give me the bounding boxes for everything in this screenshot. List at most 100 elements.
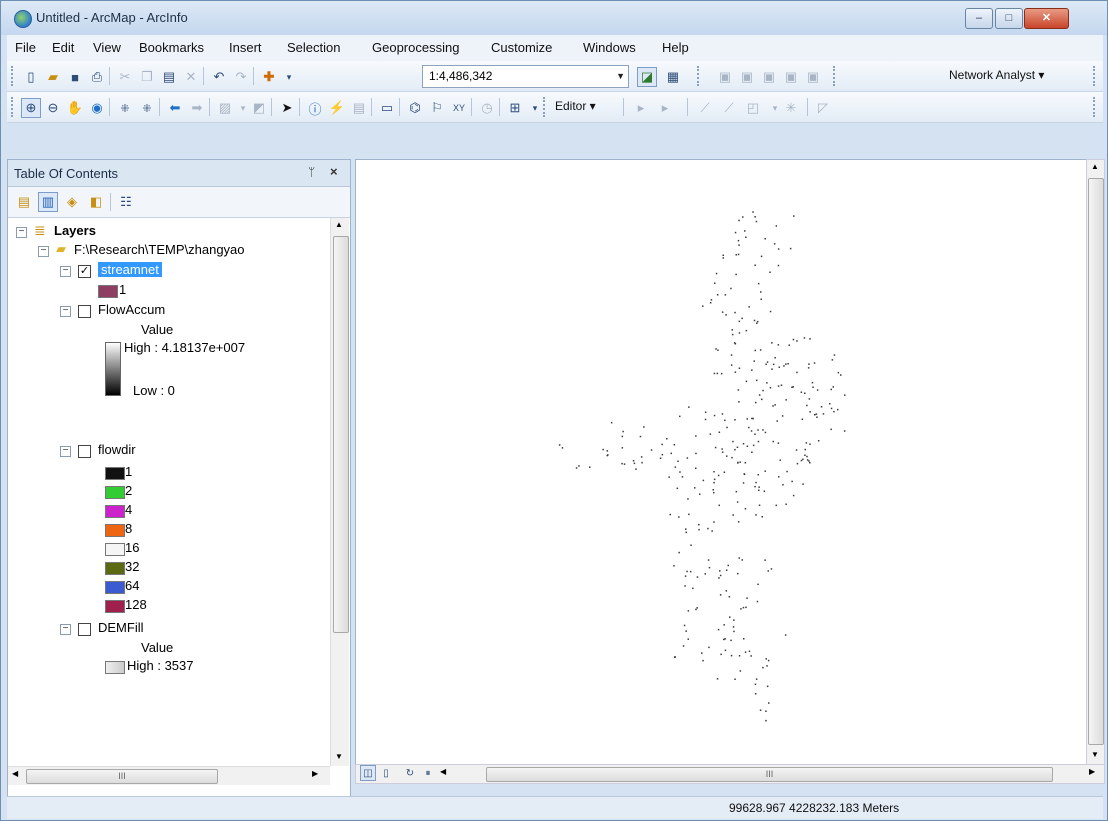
html-popup-icon[interactable]: ▤: [349, 98, 369, 118]
select-elements-arrow-icon[interactable]: ➤: [277, 98, 297, 118]
flowdir-swatch-8[interactable]: [105, 524, 125, 537]
toolbar-grip[interactable]: [11, 66, 16, 86]
collapse-icon[interactable]: −: [60, 306, 71, 317]
flowdir-swatch-64[interactable]: [105, 581, 125, 594]
chevron-down-icon[interactable]: ▼: [610, 66, 625, 87]
demfill-visibility-checkbox[interactable]: [78, 623, 91, 636]
point-icon[interactable]: ✳: [781, 98, 801, 118]
collapse-icon[interactable]: −: [38, 246, 49, 257]
paste-icon[interactable]: ▤: [159, 67, 179, 87]
end-point-arc-icon[interactable]: ⟋: [719, 98, 739, 118]
menu-windows[interactable]: Windows: [583, 40, 636, 55]
menu-file[interactable]: File: [15, 40, 36, 55]
trace-icon[interactable]: ◰: [743, 98, 763, 118]
magnifier-window-icon[interactable]: ⊞: [505, 98, 525, 118]
demfill-layer[interactable]: DEMFill: [98, 619, 144, 637]
toolbar-grip[interactable]: [1093, 66, 1098, 86]
go-forward-arrow-icon[interactable]: ➡: [187, 98, 207, 118]
toolbar-grip[interactable]: [11, 97, 16, 117]
search-window-icon[interactable]: ▣: [737, 67, 757, 87]
open-folder-icon[interactable]: ▰: [43, 67, 63, 87]
data-source-folder[interactable]: F:\Research\TEMP\zhangyao: [74, 241, 245, 259]
scroll-left-arrow-icon[interactable]: ◀: [12, 769, 18, 778]
fixed-zoom-out-icon[interactable]: ⁜: [137, 98, 157, 118]
model-builder-icon[interactable]: ▣: [803, 67, 823, 87]
network-analyst-menu[interactable]: Network Analyst ▾: [949, 68, 1044, 82]
minimize-button[interactable]: –: [965, 8, 993, 29]
menu-edit[interactable]: Edit: [52, 40, 74, 55]
toolbar-grip[interactable]: [543, 97, 548, 117]
full-extent-globe-icon[interactable]: ◉: [87, 98, 107, 118]
list-by-visibility-icon[interactable]: ◈: [62, 192, 82, 212]
arctoolbox-icon[interactable]: ▣: [759, 67, 779, 87]
copy-icon[interactable]: ❐: [137, 67, 157, 87]
options-icon[interactable]: ☷: [116, 192, 136, 212]
map-vertical-scrollbar[interactable]: ▲ ▼: [1086, 159, 1105, 766]
toolbar-grip[interactable]: [697, 66, 702, 86]
pin-icon[interactable]: ᛘ: [308, 165, 315, 179]
list-by-drawing-order-icon[interactable]: ▤: [14, 192, 34, 212]
clear-selection-icon[interactable]: ◩: [249, 98, 269, 118]
toolbar-grip[interactable]: [833, 66, 838, 86]
save-icon[interactable]: ■: [65, 67, 85, 87]
list-by-source-icon[interactable]: ▥: [38, 192, 58, 212]
add-data-dropdown-icon[interactable]: ▾: [279, 67, 299, 87]
collapse-icon[interactable]: −: [60, 446, 71, 457]
toolbar-grip[interactable]: [1093, 97, 1098, 117]
flowdir-visibility-checkbox[interactable]: [78, 445, 91, 458]
undo-icon[interactable]: ↶: [209, 67, 229, 87]
zoom-out-icon[interactable]: ⊖: [43, 98, 63, 118]
scroll-down-arrow-icon[interactable]: ▼: [1091, 750, 1099, 759]
toc-horizontal-scroll-thumb[interactable]: III: [26, 769, 218, 784]
flowdir-swatch-16[interactable]: [105, 543, 125, 556]
menu-bookmarks[interactable]: Bookmarks: [139, 40, 204, 55]
python-window-icon[interactable]: ▣: [781, 67, 801, 87]
toc-horizontal-scrollbar[interactable]: ◀ III ▶: [8, 766, 330, 785]
time-slider-icon[interactable]: ◷: [477, 98, 497, 118]
flowaccum-layer[interactable]: FlowAccum: [98, 301, 165, 319]
scroll-right-arrow-icon[interactable]: ▶: [312, 769, 318, 778]
table-of-contents-icon[interactable]: ▦: [663, 67, 683, 87]
cut-icon[interactable]: ✂: [115, 67, 135, 87]
go-to-xy-icon[interactable]: XY: [449, 98, 469, 118]
menu-view[interactable]: View: [93, 40, 121, 55]
pause-drawing-icon[interactable]: ⏸: [420, 765, 436, 781]
map-vertical-scroll-thumb[interactable]: [1088, 178, 1104, 745]
measure-icon[interactable]: ▭: [377, 98, 397, 118]
sketch-properties-icon[interactable]: ◸: [813, 98, 833, 118]
streamnet-layer[interactable]: streamnet: [98, 261, 162, 279]
go-back-arrow-icon[interactable]: ⬅: [165, 98, 185, 118]
close-icon[interactable]: ×: [330, 164, 338, 179]
demfill-gradient[interactable]: [105, 661, 125, 674]
hyperlink-icon[interactable]: ⚡: [327, 98, 347, 118]
maximize-button[interactable]: □: [995, 8, 1023, 29]
flowdir-swatch-1[interactable]: [105, 467, 125, 480]
new-document-icon[interactable]: ▯: [21, 67, 41, 87]
layers-label[interactable]: Layers: [54, 222, 96, 240]
refresh-icon[interactable]: ↻: [402, 765, 418, 781]
scroll-down-arrow-icon[interactable]: ▼: [335, 752, 343, 761]
collapse-icon[interactable]: −: [60, 624, 71, 635]
flowaccum-visibility-checkbox[interactable]: [78, 305, 91, 318]
delete-icon[interactable]: ✕: [181, 67, 201, 87]
data-view-icon[interactable]: ◫: [360, 765, 376, 781]
collapse-icon[interactable]: −: [16, 227, 27, 238]
map-horizontal-scroll-thumb[interactable]: III: [486, 767, 1053, 782]
flowdir-swatch-4[interactable]: [105, 505, 125, 518]
edit-annotation-icon[interactable]: ▸: [655, 98, 675, 118]
streamnet-swatch[interactable]: [98, 285, 118, 298]
streamnet-visibility-checkbox[interactable]: ✓: [78, 265, 91, 278]
menu-selection[interactable]: Selection: [287, 40, 340, 55]
layout-view-icon[interactable]: ▯: [378, 765, 394, 781]
scroll-left-arrow-icon[interactable]: ◀: [440, 767, 446, 776]
identify-icon[interactable]: ⓘ: [305, 98, 325, 118]
find-binoculars-icon[interactable]: ⌬: [405, 98, 425, 118]
flowaccum-gradient[interactable]: [105, 342, 121, 396]
flowdir-swatch-2[interactable]: [105, 486, 125, 499]
editor-menu[interactable]: Editor ▾: [555, 99, 596, 113]
map-display[interactable]: [355, 159, 1088, 766]
flowdir-swatch-32[interactable]: [105, 562, 125, 575]
editor-toolbar-icon[interactable]: ◪: [637, 67, 657, 87]
find-route-icon[interactable]: ⚐: [427, 98, 447, 118]
flowdir-swatch-128[interactable]: [105, 600, 125, 613]
